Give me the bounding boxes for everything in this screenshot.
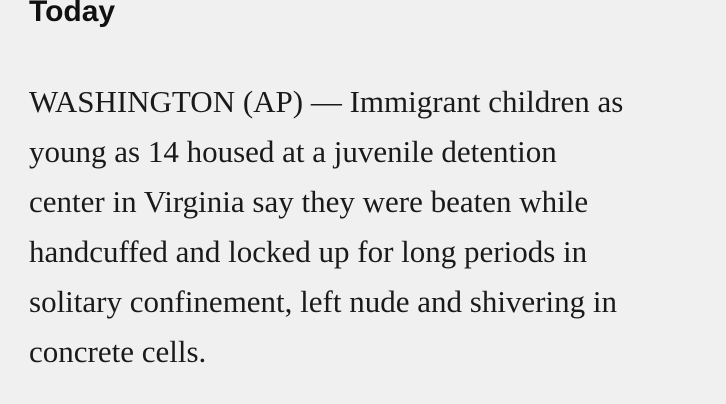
article-line: handcuffed and locked up for long period… — [29, 234, 588, 269]
article-line: young as 14 housed at a juvenile detenti… — [29, 134, 557, 169]
article-line: solitary confinement, left nude and shiv… — [29, 284, 617, 319]
article-line: center in Virginia say they were beaten … — [29, 184, 589, 219]
article-body: WASHINGTON (AP) — Immigrant children as … — [29, 77, 719, 377]
article-line: WASHINGTON (AP) — Immigrant children as — [29, 84, 624, 119]
section-heading: Today — [29, 0, 116, 28]
article-line: concrete cells. — [29, 334, 207, 369]
